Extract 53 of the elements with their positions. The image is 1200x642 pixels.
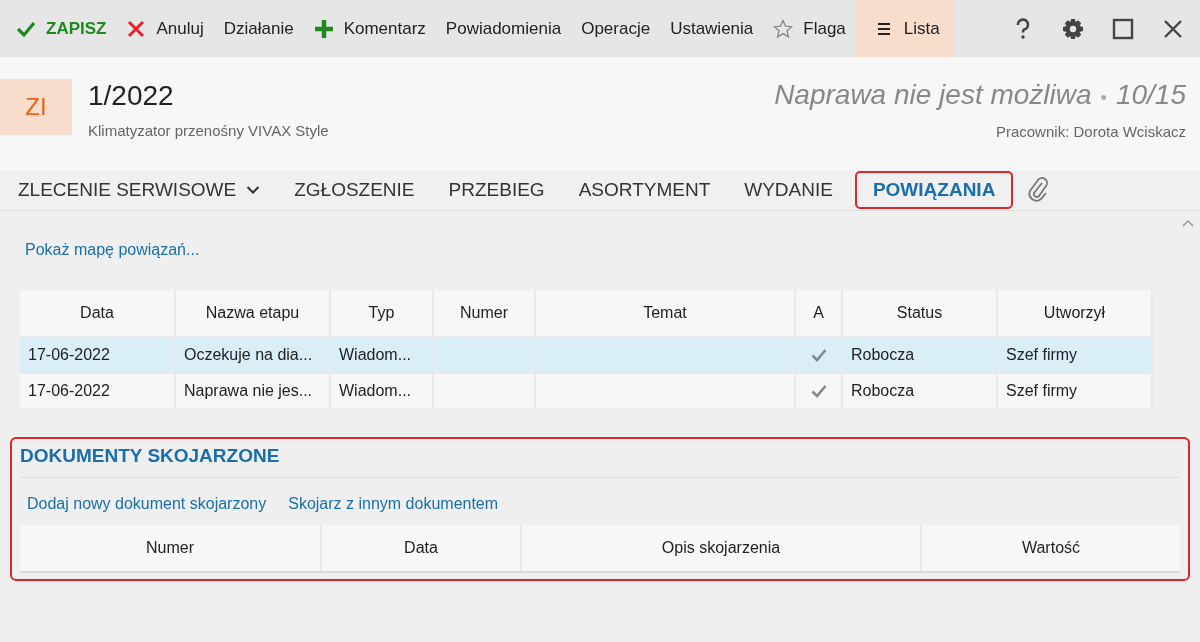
column-header[interactable]: Numer bbox=[20, 525, 320, 571]
toolbar-button[interactable]: Anuluj bbox=[116, 0, 214, 57]
close-icon bbox=[126, 18, 147, 39]
separator-dot: • bbox=[1100, 88, 1107, 109]
table-cell: Robocza bbox=[843, 374, 998, 408]
progress-text: 10/15 bbox=[1115, 79, 1186, 111]
column-header[interactable]: Temat bbox=[536, 290, 796, 336]
column-header[interactable]: Wartość bbox=[922, 525, 1180, 571]
table-row[interactable]: 17-06-2022 Oczekuje na dia... Wiadom... Robocza Szef firmy bbox=[20, 336, 1153, 372]
settings-icon[interactable] bbox=[1062, 17, 1084, 40]
column-header[interactable]: Numer bbox=[434, 290, 536, 336]
toolbar-button[interactable]: Działanie bbox=[213, 0, 304, 57]
table-cell: 17-06-2022 bbox=[20, 374, 176, 408]
toolbar-button[interactable]: ZAPISZ bbox=[6, 0, 117, 57]
tab[interactable]: ZLECENIE SERWISOWE bbox=[6, 171, 273, 209]
document-number: 1/2022 bbox=[88, 80, 175, 112]
close-icon[interactable] bbox=[1162, 17, 1184, 40]
action-link[interactable]: Dodaj nowy dokument skojarzony bbox=[27, 495, 267, 513]
toolbar-button[interactable]: Flaga bbox=[763, 0, 856, 57]
toolbar-button[interactable]: Komentarz bbox=[303, 0, 436, 57]
table-row[interactable]: 17-06-2022 Naprawa nie jes... Wiadom... Robocza Szef firmy bbox=[20, 372, 1153, 408]
tab[interactable]: WYDANIE bbox=[732, 171, 845, 209]
column-header[interactable]: Data bbox=[20, 290, 176, 336]
column-header[interactable]: Nazwa etapu bbox=[176, 290, 331, 336]
attachment-button[interactable] bbox=[1027, 176, 1050, 204]
tab[interactable]: POWIĄZANIA bbox=[854, 171, 1014, 209]
toolbar-button[interactable]: Operacje bbox=[571, 0, 661, 57]
table-cell: Naprawa nie jes... bbox=[176, 374, 331, 408]
column-header[interactable]: Data bbox=[322, 525, 520, 571]
tab[interactable]: PRZEBIEG bbox=[436, 171, 557, 209]
scroll-up-icon bbox=[1182, 219, 1194, 227]
toolbar-button[interactable]: Ustawienia bbox=[660, 0, 764, 57]
document-type-badge: ZI bbox=[0, 79, 72, 135]
tab[interactable]: ASORTYMENT bbox=[566, 171, 723, 209]
column-header[interactable]: A bbox=[796, 290, 843, 336]
section-title: DOKUMENTY SKOJARZONE bbox=[20, 445, 1180, 478]
toolbar-button[interactable]: Powiadomienia bbox=[435, 0, 572, 57]
star-icon bbox=[773, 18, 794, 39]
table-cell: Wiadom... bbox=[331, 374, 434, 408]
column-header[interactable]: Status bbox=[843, 290, 998, 336]
employee-label: Pracownik: Dorota Wciskacz bbox=[995, 123, 1186, 140]
table-cell: Szef firmy bbox=[998, 374, 1153, 408]
column-header[interactable]: Utworzył bbox=[998, 290, 1153, 336]
maximize-icon[interactable] bbox=[1112, 17, 1134, 40]
status-text: Naprawa nie jest możliwa bbox=[774, 79, 1092, 111]
column-header[interactable]: Opis skojarzenia bbox=[522, 525, 920, 571]
toolbar-button[interactable]: Lista bbox=[855, 0, 954, 57]
tab[interactable]: ZGŁOSZENIE bbox=[282, 171, 427, 209]
column-header[interactable]: Typ bbox=[331, 290, 434, 336]
action-link[interactable]: Skojarz z innym dokumentem bbox=[288, 495, 499, 513]
show-map-link[interactable]: Pokaż mapę powiązań... bbox=[25, 241, 200, 259]
plus-icon bbox=[313, 18, 334, 39]
document-subtitle: Klimatyzator przenośny VIVAX Style bbox=[88, 122, 329, 139]
